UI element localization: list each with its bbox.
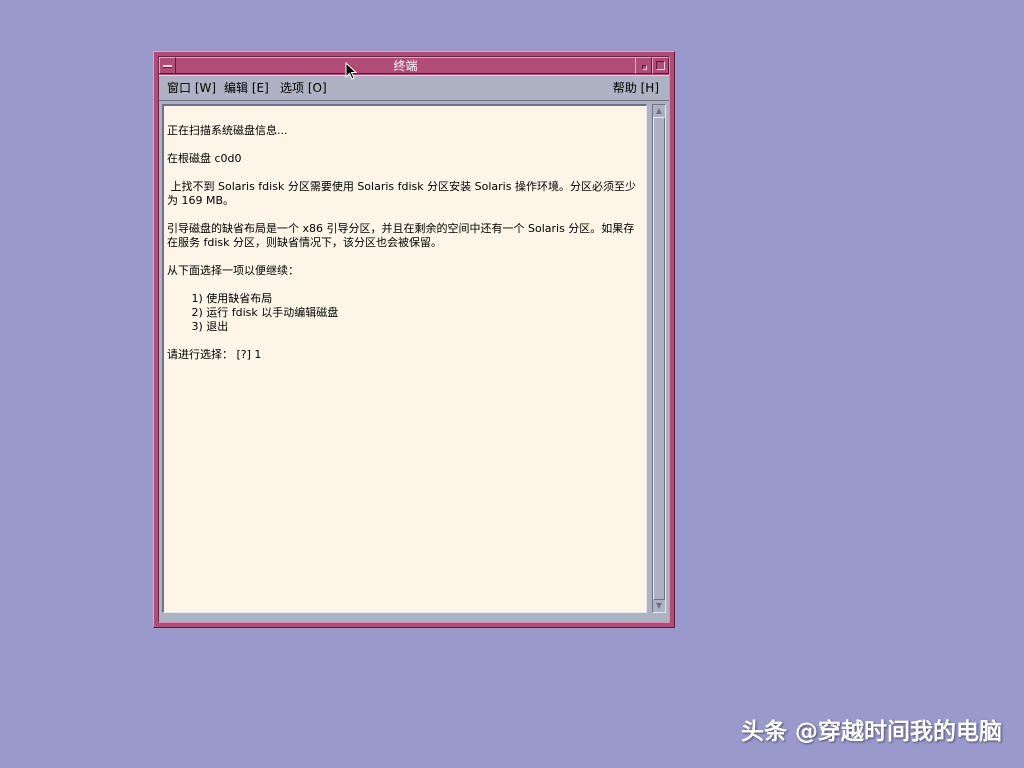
- minimize-icon: [642, 65, 647, 70]
- menu-options[interactable]: 选项 [O]: [280, 80, 327, 96]
- window-menu-icon: [163, 65, 172, 68]
- menu-edit[interactable]: 编辑 [E]: [224, 80, 269, 96]
- maximize-icon: [656, 61, 665, 70]
- mouse-pointer-icon: [345, 62, 357, 80]
- terminal-line: 从下面选择一项以便继续：: [167, 264, 299, 277]
- terminal-output[interactable]: 正在扫描系统磁盘信息... 在根磁盘 c0d0 上找不到 Solaris fdi…: [162, 104, 647, 613]
- menu-window[interactable]: 窗口 [W]: [167, 80, 216, 96]
- scroll-down-icon[interactable]: ▼: [653, 600, 665, 612]
- terminal-line: 引导磁盘的缺省布局是一个 x86 引导分区，并且在剩余的空间中还有一个 Sola…: [167, 222, 635, 249]
- title-bar[interactable]: 终端: [159, 57, 669, 75]
- minimize-button[interactable]: [635, 57, 652, 74]
- terminal-container: 正在扫描系统磁盘信息... 在根磁盘 c0d0 上找不到 Solaris fdi…: [159, 101, 669, 622]
- watermark-text: 头条 @穿越时间我的电脑: [740, 719, 1002, 745]
- terminal-line: 正在扫描系统磁盘信息...: [167, 124, 288, 137]
- terminal-line: 1) 使用缺省布局: [167, 292, 273, 305]
- maximize-button[interactable]: [652, 57, 669, 74]
- scroll-thumb[interactable]: [653, 117, 665, 600]
- terminal-window[interactable]: 终端 窗口 [W] 编辑 [E] 选项 [O] 帮助 [H] 正在扫描系统磁盘信…: [153, 51, 675, 628]
- window-title: 终端: [176, 57, 635, 74]
- window-menu-button[interactable]: [159, 57, 176, 74]
- menu-help[interactable]: 帮助 [H]: [613, 80, 659, 96]
- menu-bar: 窗口 [W] 编辑 [E] 选项 [O] 帮助 [H]: [159, 75, 669, 101]
- terminal-line: 请进行选择： [?] 1: [167, 348, 262, 361]
- terminal-line: 2) 运行 fdisk 以手动编辑磁盘: [167, 306, 339, 319]
- scroll-up-icon[interactable]: ▲: [653, 105, 665, 117]
- terminal-line: 3) 退出: [167, 320, 229, 333]
- vertical-scrollbar[interactable]: ▲ ▼: [652, 104, 666, 613]
- terminal-line: 上找不到 Solaris fdisk 分区需要使用 Solaris fdisk …: [167, 180, 636, 207]
- terminal-line: 在根磁盘 c0d0: [167, 152, 242, 165]
